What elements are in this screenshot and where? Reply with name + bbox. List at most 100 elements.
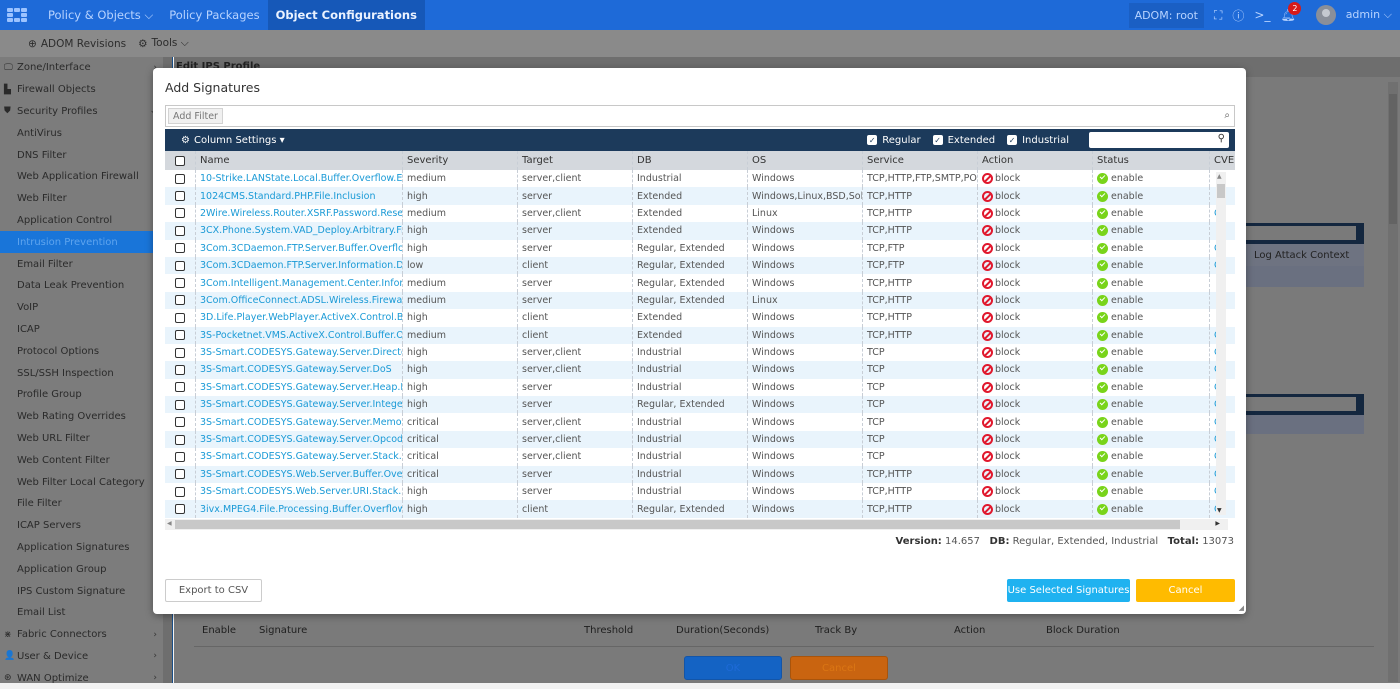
nav-policy-packages[interactable]: Policy Packages <box>161 0 267 30</box>
table-row[interactable]: 3Com.3CDaemon.FTP.Server.Information.Dis… <box>165 256 1235 275</box>
row-checkbox[interactable] <box>165 465 196 484</box>
table-row[interactable]: 3S-Smart.CODESYS.Web.Server.Buffer.Overf… <box>165 465 1235 484</box>
sidebar-item-intrusion-prevention[interactable]: Intrusion Prevention <box>0 231 163 254</box>
table-row[interactable]: 2Wire.Wireless.Router.XSRF.Password.Rese… <box>165 204 1235 223</box>
row-checkbox[interactable] <box>165 483 196 501</box>
col-status[interactable]: Status <box>1093 151 1210 170</box>
signature-name-link[interactable]: 3S-Smart.CODESYS.Gateway.Server.Memory. <box>196 413 403 431</box>
signature-name-link[interactable]: 3S-Smart.CODESYS.Web.Server.URI.Stack.Bu <box>196 483 403 501</box>
sidebar-item-protocol-options[interactable]: Protocol Options <box>0 340 163 362</box>
sidebar-item-application-control[interactable]: Application Control <box>0 210 163 232</box>
signature-name-link[interactable]: 3S-Smart.CODESYS.Gateway.Server.Heap.Bu <box>196 378 403 397</box>
sidebar-item-web-filter[interactable]: Web Filter <box>0 188 163 210</box>
row-checkbox[interactable] <box>165 187 196 205</box>
sidebar-item-application-group[interactable]: Application Group <box>0 558 163 580</box>
signature-name-link[interactable]: 3S-Pocketnet.VMS.ActiveX.Control.Buffer.… <box>196 326 403 344</box>
fortinet-logo[interactable] <box>2 0 32 30</box>
filter-extended-checkbox[interactable]: ✓ Extended <box>932 135 995 146</box>
user-menu[interactable]: admin ⌵ <box>1346 8 1392 22</box>
cancel-button[interactable]: Cancel <box>1136 579 1235 602</box>
table-horizontal-scrollbar[interactable]: ◀ ▶ <box>165 519 1228 530</box>
table-row[interactable]: 3D.Life.Player.WebPlayer.ActiveX.Control… <box>165 309 1235 327</box>
row-checkbox[interactable] <box>165 326 196 344</box>
bg-search-input[interactable] <box>1244 226 1356 240</box>
table-row[interactable]: 3Com.3CDaemon.FTP.Server.Buffer.Overflow… <box>165 239 1235 257</box>
table-row[interactable]: 3S-Smart.CODESYS.Gateway.Server.DoS high s… <box>165 361 1235 379</box>
search-icon[interactable]: ⚲ <box>1218 133 1225 144</box>
cli-icon[interactable]: >_ <box>1254 8 1270 22</box>
sidebar-item-file-filter[interactable]: File Filter <box>0 493 163 515</box>
signature-name-link[interactable]: 3S-Smart.CODESYS.Gateway.Server.Integer.… <box>196 396 403 414</box>
help-icon[interactable]: ⓘ <box>1232 7 1244 24</box>
use-selected-signatures-button[interactable]: Use Selected Signatures <box>1007 579 1130 602</box>
notifications-button[interactable]: 🔔︎ 2 <box>1280 2 1302 22</box>
sidebar-item-user-device[interactable]: 👤 User & Device › <box>0 646 163 668</box>
fullscreen-icon[interactable]: ⛶ <box>1214 8 1222 23</box>
select-all-checkbox[interactable] <box>165 151 196 170</box>
row-checkbox[interactable] <box>165 361 196 379</box>
row-checkbox[interactable] <box>165 430 196 449</box>
row-checkbox[interactable] <box>165 291 196 310</box>
table-row[interactable]: 3S-Smart.CODESYS.Gateway.Server.Heap.Bu h… <box>165 378 1235 397</box>
col-action[interactable]: Action <box>978 151 1093 170</box>
table-row[interactable]: 3S-Pocketnet.VMS.ActiveX.Control.Buffer.… <box>165 326 1235 344</box>
signature-name-link[interactable]: 3Com.3CDaemon.FTP.Server.Buffer.Overflow <box>196 239 403 257</box>
sidebar-item-email-list[interactable]: Email List <box>0 602 163 624</box>
signature-name-link[interactable]: 3S-Smart.CODESYS.Gateway.Server.Director… <box>196 343 403 362</box>
sidebar-item-fabric-connectors[interactable]: ⋇ Fabric Connectors › <box>0 624 163 646</box>
sidebar-item-icap[interactable]: ICAP <box>0 319 163 341</box>
table-row[interactable]: 3S-Smart.CODESYS.Web.Server.URI.Stack.Bu… <box>165 483 1235 501</box>
row-checkbox[interactable] <box>165 204 196 223</box>
sidebar-item-application-signatures[interactable]: Application Signatures <box>0 537 163 559</box>
main-scrollbar[interactable] <box>1388 82 1398 682</box>
row-checkbox[interactable] <box>165 222 196 240</box>
sidebar-item-security-profiles[interactable]: ⛊Security Profiles⌄ <box>0 101 163 123</box>
signature-name-link[interactable]: 2Wire.Wireless.Router.XSRF.Password.Rese… <box>196 204 403 223</box>
sidebar-item-zone-interface[interactable]: 🖵Zone/Interface› <box>0 57 163 79</box>
bg-search-input-2[interactable] <box>1244 397 1356 411</box>
sidebar-item-ips-custom-signature[interactable]: IPS Custom Signature <box>0 580 163 602</box>
resize-handle-icon[interactable]: ◢ <box>1239 604 1244 612</box>
table-row[interactable]: 3CX.Phone.System.VAD_Deploy.Arbitrary.Fi… <box>165 222 1235 240</box>
grid-search-input[interactable]: ⚲ <box>1089 132 1229 148</box>
col-target[interactable]: Target <box>518 151 633 170</box>
sidebar-item-ssl-ssh-inspection[interactable]: SSL/SSH Inspection <box>0 362 163 384</box>
col-os[interactable]: OS <box>748 151 863 170</box>
sidebar-item-dns-filter[interactable]: DNS Filter <box>0 144 163 166</box>
signature-name-link[interactable]: 3CX.Phone.System.VAD_Deploy.Arbitrary.Fi… <box>196 222 403 240</box>
table-row[interactable]: 1024CMS.Standard.PHP.File.Inclusion high s… <box>165 187 1235 205</box>
avatar[interactable] <box>1315 5 1336 25</box>
search-icon[interactable]: ⌕ <box>1224 110 1230 121</box>
table-row[interactable]: 10-Strike.LANState.Local.Buffer.Overflow… <box>165 170 1235 188</box>
table-row[interactable]: 3S-Smart.CODESYS.Gateway.Server.Director… <box>165 343 1235 362</box>
row-checkbox[interactable] <box>165 170 196 188</box>
signature-name-link[interactable]: 3Com.Intelligent.Management.Center.Infor… <box>196 274 403 292</box>
table-row[interactable]: 3S-Smart.CODESYS.Gateway.Server.Integer.… <box>165 396 1235 414</box>
col-db[interactable]: DB <box>633 151 748 170</box>
adom-selector[interactable]: ADOM: root <box>1128 2 1204 28</box>
col-severity[interactable]: Severity <box>403 151 518 170</box>
nav-policy-objects[interactable]: Policy & Objects ⌵ <box>40 0 161 30</box>
table-row[interactable]: 3S-Smart.CODESYS.Gateway.Server.Stack.Bu… <box>165 448 1235 466</box>
row-checkbox[interactable] <box>165 239 196 257</box>
sidebar-item-antivirus[interactable]: AntiVirus <box>0 122 163 144</box>
sidebar-item-voip[interactable]: VoIP <box>0 297 163 319</box>
signature-name-link[interactable]: 3S-Smart.CODESYS.Gateway.Server.Stack.Bu <box>196 448 403 466</box>
filter-bar[interactable]: Add Filter ⌕ <box>165 105 1235 127</box>
signature-name-link[interactable]: 3S-Smart.CODESYS.Gateway.Server.Opcode.I <box>196 430 403 449</box>
sidebar-item-data-leak-prevention[interactable]: Data Leak Prevention <box>0 275 163 297</box>
row-checkbox[interactable] <box>165 413 196 431</box>
ok-button[interactable]: OK <box>684 656 782 680</box>
table-row[interactable]: 3S-Smart.CODESYS.Gateway.Server.Opcode.I… <box>165 430 1235 449</box>
col-name[interactable]: Name <box>196 151 403 170</box>
signature-name-link[interactable]: 3Com.3CDaemon.FTP.Server.Information.Dis… <box>196 256 403 275</box>
bg-cancel-button[interactable]: Cancel <box>790 656 888 680</box>
row-checkbox[interactable] <box>165 309 196 327</box>
sidebar-item-icap-servers[interactable]: ICAP Servers <box>0 515 163 537</box>
sidebar-item-web-url-filter[interactable]: Web URL Filter <box>0 428 163 450</box>
filter-industrial-checkbox[interactable]: ✓ Industrial <box>1007 135 1069 146</box>
row-checkbox[interactable] <box>165 500 196 518</box>
table-row[interactable]: 3Com.OfficeConnect.ADSL.Wireless.Firewal… <box>165 291 1235 310</box>
adom-revisions-button[interactable]: ⊕ ADOM Revisions <box>28 38 126 50</box>
row-checkbox[interactable] <box>165 378 196 397</box>
